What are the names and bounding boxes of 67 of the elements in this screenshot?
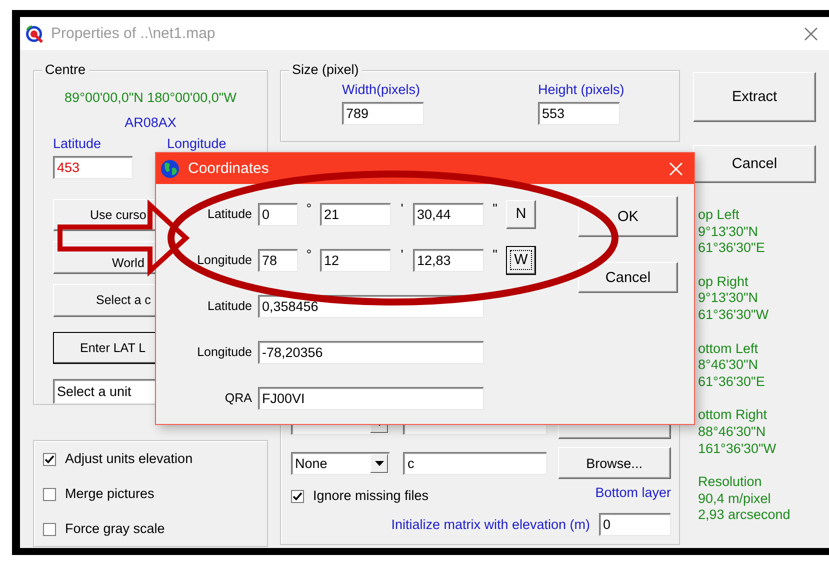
minutes-field[interactable]: 21 [320,202,391,226]
app-icon [24,24,44,44]
corner-value: 2,93 arcsecond [698,507,792,524]
corner-value: 9°13'30"N [698,290,760,307]
value-field[interactable]: -78,20356 [258,340,484,364]
bottom-layer-label: Bottom layer [595,484,671,500]
elevation-field[interactable]: 0 [599,513,671,536]
layer-select[interactable]: None [291,452,390,474]
unit-mark: ° [305,248,313,262]
unit-mark: ' [400,202,404,216]
seconds-field[interactable]: 12,83 [413,248,484,272]
corner-value: 9°13'30"N [698,224,760,240]
corner-value: 161°36'30"W [698,440,778,458]
checkbox-label: Adjust units elevation [65,450,193,468]
corner-value: 61°36'30"E [698,240,766,257]
cancel-button[interactable]: Cancel [693,145,816,183]
width-label: Width(pixels) [342,82,422,98]
minutes-field[interactable]: 12 [320,248,391,272]
path-field[interactable]: c [403,452,547,474]
checkbox-label: Force gray scale [65,520,165,538]
corner-title: Resolution [698,474,763,491]
corner-title: ottom Right [698,407,768,424]
unit-mark: ' [400,248,404,262]
checkbox[interactable] [43,522,56,536]
corner-title: ottom Left [698,340,760,358]
field-label: Latitude [208,207,252,221]
corner-title: op Left [698,207,740,224]
width-field[interactable]: 789 [342,102,424,125]
close-icon[interactable] [804,26,818,40]
checkbox-label: Ignore missing files [313,487,429,505]
init-elevation-label: Initialize matrix with elevation (m) [391,517,590,532]
corner-value: 88°46'30"N [698,424,767,441]
corner-value: 90,4 m/pixel [698,490,772,508]
dialog-title: Coordinates [188,160,270,177]
corner-title: op Right [698,274,750,290]
ok-button[interactable]: OK [578,196,678,237]
checkbox[interactable] [43,488,56,500]
degrees-field[interactable]: 78 [258,248,298,272]
hemisphere-button[interactable]: W [506,246,536,274]
cancel-button[interactable]: Cancel [578,262,678,293]
globe-icon [160,158,180,178]
unit-mark: " [492,202,498,216]
corner-value: 61°36'30"W [698,306,770,324]
checkbox-label: Merge pictures [65,485,154,503]
longitude-label: Longitude [167,136,226,152]
locator-code: AR08AX [124,114,178,131]
group-legend: Size (pixel) [289,62,362,78]
unit-mark: ° [305,202,313,216]
unit-mark: " [492,248,498,262]
extract-button[interactable]: Extract [693,72,816,122]
checkbox[interactable] [43,452,56,466]
field-label: Longitude [197,253,252,267]
window-title: Properties of ..\net1.map [51,25,216,42]
hemisphere-button[interactable]: N [506,200,536,228]
seconds-field[interactable]: 30,44 [413,202,484,226]
dropdown-icon [374,460,384,466]
checkbox[interactable] [291,490,304,502]
height-field[interactable]: 553 [538,102,620,125]
degrees-field[interactable]: 0 [258,202,298,226]
latitude-label: Latitude [53,136,102,152]
corner-value: 8°46'30"N [698,357,760,374]
centre-coordinates: 89°00'00,0"N 180°00'00,0"W [64,89,238,106]
corner-value: 61°36'30"E [698,374,766,390]
latitude-field[interactable]: 453 [53,156,133,179]
browse-button[interactable]: Browse... [558,447,671,479]
height-label: Height (pixels) [538,82,624,98]
value-field[interactable]: FJ00VI [258,386,484,410]
